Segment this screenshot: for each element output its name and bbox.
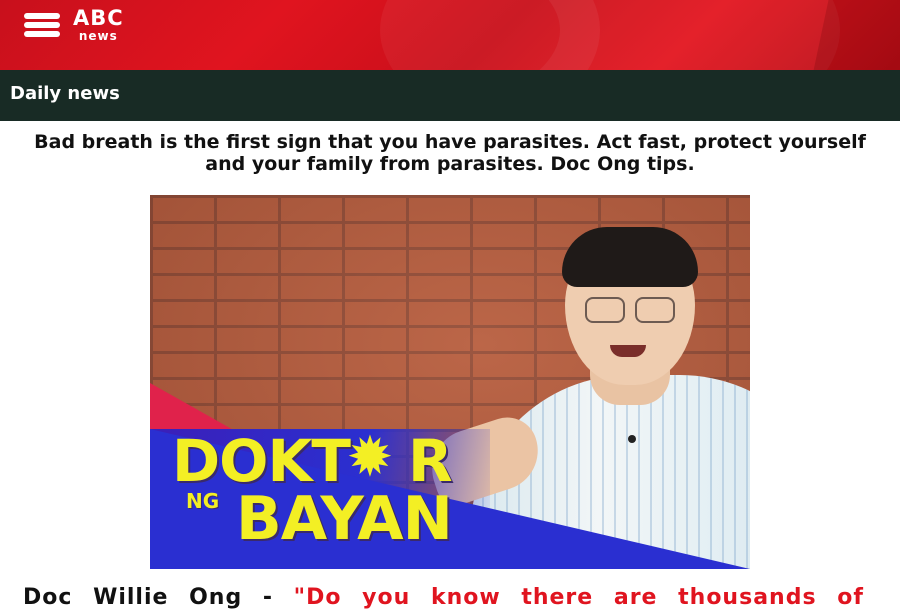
- section-title[interactable]: Daily news: [0, 70, 900, 104]
- article-author: Doc Willie Ong -: [23, 585, 273, 610]
- header-decoration: [380, 0, 840, 70]
- site-header: ABC news: [0, 0, 900, 70]
- article-image[interactable]: DOKT R ✹ NG BAYAN: [150, 195, 750, 569]
- article-headline: Bad breath is the first sign that you ha…: [34, 131, 866, 175]
- logo-text-news: news: [78, 29, 118, 43]
- section-bar: Daily news: [0, 70, 900, 121]
- site-logo[interactable]: ABC news: [73, 6, 124, 43]
- logo-text-abc: ABC: [73, 6, 124, 30]
- show-logo-ng: NG: [186, 489, 220, 513]
- article-quote: "Do you know there are thousands of para…: [293, 585, 877, 610]
- star-icon: ✹: [346, 425, 394, 490]
- hamburger-menu-icon[interactable]: [24, 11, 62, 39]
- show-logo-line1: DOKT R: [172, 427, 453, 495]
- article-body: Doc Willie Ong - "Do you know there are …: [23, 585, 877, 611]
- show-logo-line2: BAYAN: [236, 484, 453, 554]
